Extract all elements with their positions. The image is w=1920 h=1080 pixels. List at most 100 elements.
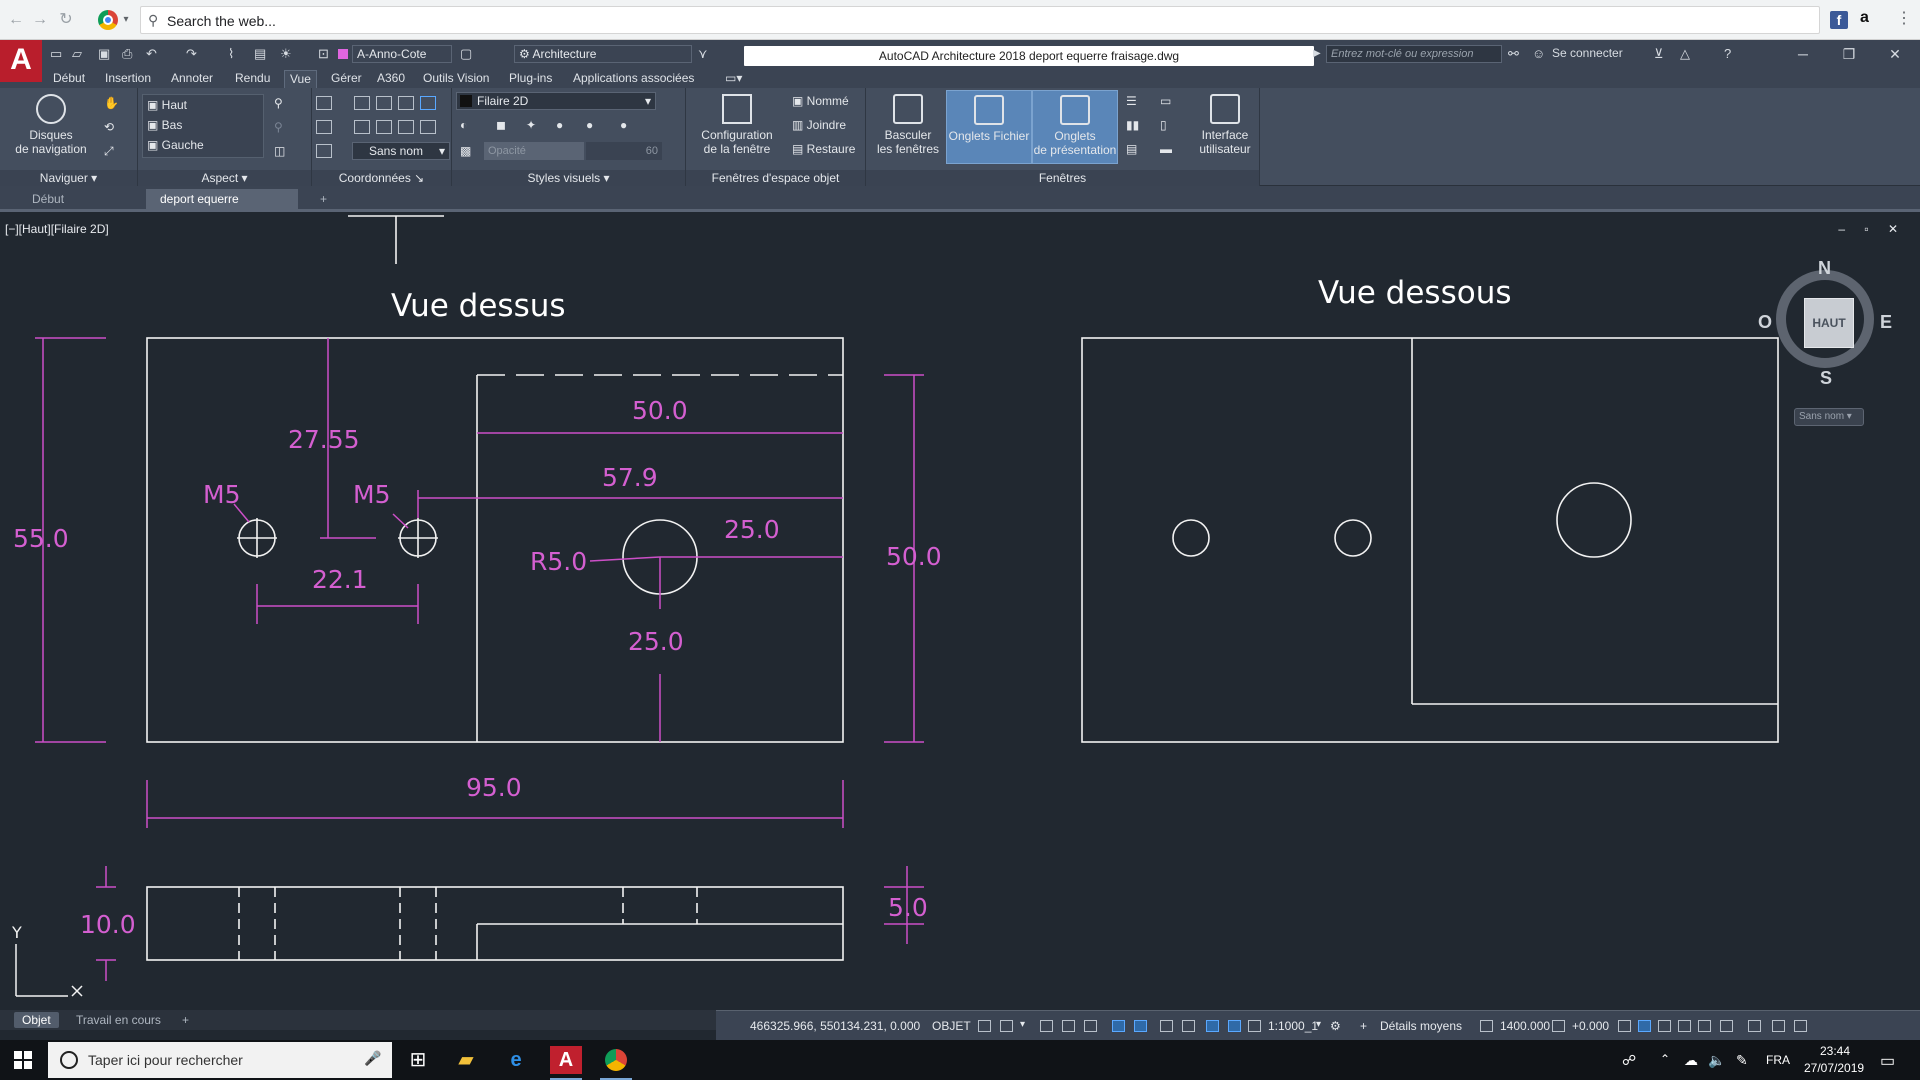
compass-south[interactable]: S [1820,368,1832,389]
clock-date[interactable]: 27/07/2019 [1804,1061,1864,1075]
tab-gerer[interactable]: Gérer [326,70,367,88]
onedrive-icon[interactable]: ☁ [1684,1052,1698,1069]
drawing-canvas[interactable]: Vue dessus Vue dessous 55.0 27.55 50.0 5… [0,214,1920,1010]
signin-button[interactable]: Se connecter [1552,46,1623,60]
ucs-origin-icon[interactable] [316,120,332,134]
compass-north[interactable]: N [1818,258,1831,279]
add-layout-icon[interactable]: + [174,1012,197,1028]
pen-icon[interactable]: ✎ [1736,1052,1748,1069]
edge-style-icon[interactable]: ● [586,118,593,132]
hardware-acceleration-icon[interactable] [1638,1020,1651,1032]
layer-tools-icon[interactable]: ▢ [460,46,472,62]
taskbar-search-box[interactable]: Taper ici pour rechercher 🎤 [48,1042,392,1078]
infer-constraints-icon[interactable] [1040,1020,1053,1032]
layout-toggle-icon[interactable] [1794,1020,1807,1032]
binoculars-icon[interactable]: ⚯ [1508,46,1519,62]
file-tab-debut[interactable]: Début [18,189,140,209]
lineweight-icon[interactable] [1160,1020,1173,1032]
panel-label-coordonnees[interactable]: Coordonnées ↘ [312,170,451,186]
isolate-icon[interactable] [1618,1020,1631,1032]
layer-status-icon[interactable] [1678,1020,1691,1032]
save-icon[interactable]: ▣ [98,46,110,62]
ribbon-minimize-icon[interactable]: ▭▾ [720,70,747,88]
reload-icon[interactable]: ↻ [56,10,76,30]
ucs-3point-icon[interactable] [420,120,436,134]
chrome-taskbar-icon[interactable] [600,1046,632,1080]
tab-plug-ins[interactable]: Plug-ins [504,70,557,88]
autodesk-app-icon[interactable]: △ [1680,46,1690,62]
transparency-icon[interactable] [1182,1020,1195,1032]
scale-dropdown[interactable]: 1:1000_1 [1268,1019,1318,1033]
ui-lock-icon[interactable] [1720,1020,1733,1032]
tab-applications-associees[interactable]: Applications associées [568,70,699,88]
annotation-visibility-icon[interactable] [1206,1020,1219,1032]
steering-wheels-button[interactable]: Disques de navigation [8,94,94,156]
notifications-icon[interactable]: ▭ [1880,1051,1895,1071]
coordinates-readout[interactable]: 466325.966, 550134.231, 0.000 [750,1019,920,1033]
ucs-view-icon[interactable] [354,120,370,134]
object-snap-icon[interactable] [1134,1020,1147,1032]
ucs-dropdown[interactable]: Sans nom ▾ [352,142,450,160]
viewport-window-controls[interactable]: – ▫ ✕ [1838,222,1906,236]
chevron-up-icon[interactable]: ⌃ [1660,1052,1670,1066]
viewcube[interactable]: HAUT N S E O [1758,258,1892,388]
xray-icon[interactable]: ▩ [460,144,471,158]
ucs-z-icon[interactable] [420,96,436,110]
open-file-icon[interactable]: ▱ [72,46,82,62]
panel-label-styles-visuels[interactable]: Styles visuels ▾ [452,170,685,186]
windows-start-icon[interactable] [14,1051,32,1069]
clean-screen-icon[interactable] [1658,1020,1671,1032]
file-explorer-icon[interactable]: ▰ [450,1046,482,1074]
zoom-extents-icon[interactable]: ⤢ [104,144,114,159]
opacity-slider[interactable]: Opacité [484,142,584,160]
face-style-icon[interactable]: ● [556,118,563,132]
people-icon[interactable]: ☍ [1622,1052,1636,1069]
chevron-down-icon[interactable]: ▾ [116,10,136,30]
tile-horizontal-icon[interactable]: ☰ [1126,94,1137,108]
chevron-down-icon[interactable]: ▾ [1316,1019,1321,1030]
view-haut[interactable]: ▣ Haut [147,98,187,112]
layout-tab-travail[interactable]: Travail en cours [68,1012,169,1028]
kebab-menu-icon[interactable]: ⋮ [1896,8,1912,28]
cascade-icon[interactable]: ▤ [1126,142,1137,156]
compass-east[interactable]: E [1880,312,1892,333]
ucs-icon[interactable] [316,96,332,110]
model-space-toggle[interactable]: OBJET [932,1019,971,1033]
switch-windows-button[interactable]: Basculer les fenêtres [870,94,946,156]
named-viewports-button[interactable]: ▣ Nommé [792,94,849,108]
status-menu-icon[interactable] [1772,1020,1785,1032]
view-gauche[interactable]: ▣ Gauche [147,138,204,152]
tab-a360[interactable]: A360 [372,70,410,88]
amazon-extension-icon[interactable]: a [1860,9,1869,27]
detail-level-dropdown[interactable]: Détails moyens [1380,1019,1462,1033]
viewport-controls-label[interactable]: [−][Haut][Filaire 2D] [5,222,109,236]
microphone-icon[interactable]: 🎤 [364,1050,381,1067]
shadows-icon[interactable]: ◼ [496,118,506,132]
customization-icon[interactable] [1748,1020,1761,1032]
render-icon[interactable]: ◐ [460,118,467,132]
lighting-icon[interactable]: ✦ [526,118,536,132]
lock-ui-icon[interactable]: ▯ [1160,118,1167,132]
help-search-input[interactable]: Entrez mot-clé ou expression [1326,45,1502,63]
plus-icon[interactable]: + [1360,1019,1367,1033]
print-icon[interactable]: ⎙ [122,46,132,62]
tab-outils-vision[interactable]: Outils Vision [418,70,494,88]
file-tab-deport[interactable]: deport equerre fraisage ✕ [146,189,298,226]
layer-dropdown[interactable]: A-Anno-Cote [352,45,452,63]
auto-scale-icon[interactable] [1228,1020,1241,1032]
camera-icon[interactable]: ◫ [274,144,285,158]
autocad-taskbar-icon[interactable]: A [550,1046,582,1080]
drawing-viewport[interactable]: Vue dessus Vue dessous 55.0 27.55 50.0 5… [0,214,1920,1010]
ucs-world-icon[interactable] [354,96,370,110]
join-viewports-button[interactable]: ▥ Joindre [792,118,846,132]
user-interface-button[interactable]: Interface utilisateur [1192,94,1258,156]
tab-insertion[interactable]: Insertion [100,70,156,88]
facebook-extension-icon[interactable]: f [1830,11,1848,29]
user-icon[interactable]: ☺ [1532,46,1545,61]
ucs-y-icon[interactable] [398,96,414,110]
display-config-icon[interactable] [1698,1020,1711,1032]
zoom-window-icon[interactable]: ⚲ [274,96,283,110]
expand-search-icon[interactable]: ▶ [1313,48,1321,59]
isometric-icon[interactable] [1112,1020,1125,1032]
ucs-face-icon[interactable] [398,120,414,134]
